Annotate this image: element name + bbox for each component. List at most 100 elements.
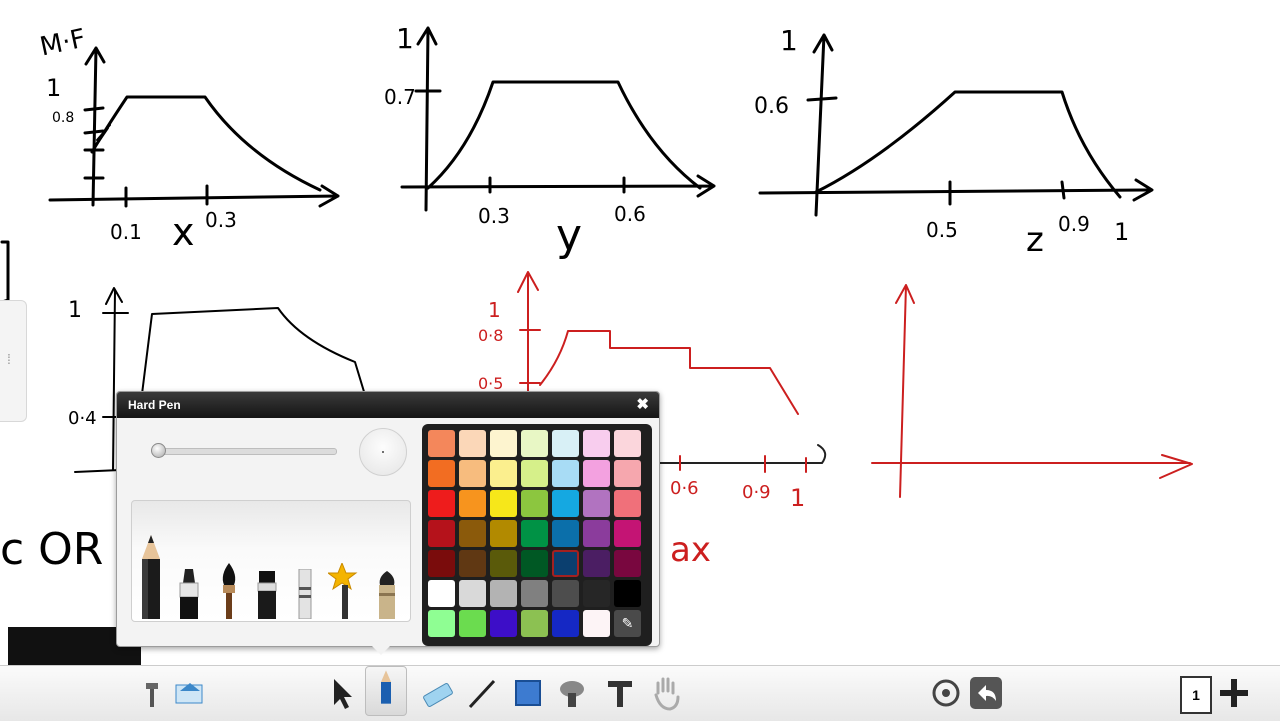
eyedropper-icon[interactable]: ✎ bbox=[614, 610, 641, 637]
color-swatch[interactable] bbox=[552, 550, 579, 577]
hammer-icon[interactable] bbox=[132, 673, 172, 713]
screen-capture-icon[interactable] bbox=[170, 673, 210, 713]
color-swatch[interactable] bbox=[428, 430, 455, 457]
graph-z-x-label-3: 1 bbox=[1114, 218, 1130, 246]
graph-x-variable: x bbox=[172, 210, 195, 254]
color-swatch[interactable] bbox=[552, 430, 579, 457]
panel-pointer bbox=[372, 646, 390, 655]
color-swatch[interactable] bbox=[459, 580, 486, 607]
color-swatch[interactable] bbox=[459, 430, 486, 457]
color-swatch[interactable] bbox=[521, 580, 548, 607]
color-palette: ✎ bbox=[422, 424, 652, 646]
color-swatch[interactable] bbox=[459, 490, 486, 517]
color-swatch[interactable] bbox=[459, 610, 486, 637]
hand-icon[interactable] bbox=[646, 673, 686, 713]
graph-red-y-label-1: 1 bbox=[488, 298, 501, 322]
graph-x bbox=[48, 46, 340, 208]
color-swatch[interactable] bbox=[428, 460, 455, 487]
color-swatch[interactable] bbox=[614, 550, 641, 577]
silver-pen-tool-icon[interactable] bbox=[296, 569, 314, 619]
color-swatch[interactable] bbox=[583, 580, 610, 607]
graph-x-x-label-1: 0.1 bbox=[110, 220, 142, 244]
graph-z-y-label-2: 0.6 bbox=[754, 94, 789, 119]
color-swatch[interactable] bbox=[459, 460, 486, 487]
color-swatch[interactable] bbox=[614, 580, 641, 607]
color-swatch[interactable] bbox=[521, 490, 548, 517]
graph-y-x-label-2: 0.6 bbox=[614, 202, 646, 226]
target-icon[interactable] bbox=[926, 673, 966, 713]
marker-tool-icon[interactable] bbox=[178, 569, 200, 619]
graph-x-y-label-1: 1 bbox=[46, 74, 62, 102]
color-swatch[interactable] bbox=[521, 520, 548, 547]
add-page-icon[interactable] bbox=[1214, 673, 1254, 713]
graph-y-x-label-1: 0.3 bbox=[478, 204, 510, 228]
side-panel-handle[interactable]: ⁞ bbox=[0, 300, 27, 422]
color-swatch[interactable] bbox=[583, 550, 610, 577]
color-swatch[interactable] bbox=[490, 550, 517, 577]
color-swatch[interactable] bbox=[583, 490, 610, 517]
color-swatch[interactable] bbox=[490, 490, 517, 517]
text-icon[interactable] bbox=[600, 673, 640, 713]
color-swatch[interactable] bbox=[459, 520, 486, 547]
undo-icon[interactable] bbox=[966, 673, 1006, 713]
color-swatch[interactable] bbox=[614, 460, 641, 487]
color-swatch[interactable] bbox=[521, 610, 548, 637]
color-swatch[interactable] bbox=[490, 460, 517, 487]
fill-icon[interactable] bbox=[552, 673, 592, 713]
color-swatch[interactable] bbox=[552, 460, 579, 487]
graph-y-y-label-2: 0.7 bbox=[384, 85, 416, 109]
pencil-tool-icon[interactable] bbox=[138, 535, 164, 619]
color-swatch[interactable] bbox=[428, 610, 455, 637]
graph-z-x-label-2: 0.9 bbox=[1058, 212, 1090, 236]
graph-red-x-label-1: 0·6 bbox=[670, 478, 699, 499]
color-swatch[interactable] bbox=[428, 520, 455, 547]
pen-size-slider-thumb[interactable] bbox=[151, 443, 166, 458]
crayon-tool-icon[interactable] bbox=[376, 571, 398, 619]
color-swatch[interactable] bbox=[552, 580, 579, 607]
color-swatch[interactable] bbox=[490, 430, 517, 457]
line-icon[interactable] bbox=[462, 673, 502, 713]
bottom-text: c OR bbox=[0, 524, 104, 575]
color-swatch[interactable] bbox=[614, 430, 641, 457]
bottom-toolbar bbox=[0, 665, 1280, 721]
graph-x-x-label-2: 0.3 bbox=[205, 208, 237, 232]
shape-icon[interactable] bbox=[508, 673, 548, 713]
color-swatch[interactable] bbox=[521, 550, 548, 577]
brush-tool-icon[interactable] bbox=[218, 563, 240, 619]
color-swatch[interactable] bbox=[521, 460, 548, 487]
color-swatch[interactable] bbox=[552, 520, 579, 547]
color-swatch[interactable] bbox=[614, 490, 641, 517]
graph-red-note: ax bbox=[670, 530, 711, 570]
graph-left-y-label-1: 1 bbox=[68, 298, 82, 323]
magic-pen-tool-icon[interactable] bbox=[328, 563, 362, 619]
select-arrow-icon[interactable] bbox=[322, 673, 362, 713]
color-swatch[interactable] bbox=[428, 490, 455, 517]
page-number[interactable]: 1 bbox=[1180, 676, 1212, 714]
graph-z-variable: z bbox=[1026, 220, 1044, 260]
graph-z-x-label-1: 0.5 bbox=[926, 218, 958, 242]
graph-left-y-label-2: 0·4 bbox=[68, 408, 97, 429]
color-swatch[interactable] bbox=[552, 490, 579, 517]
color-swatch[interactable] bbox=[583, 610, 610, 637]
color-swatch[interactable] bbox=[428, 550, 455, 577]
graph-z-y-label-1: 1 bbox=[780, 24, 798, 57]
color-swatch[interactable] bbox=[490, 520, 517, 547]
hard-pen-panel: Hard Pen ✖ ✎ bbox=[116, 391, 660, 655]
color-swatch[interactable] bbox=[459, 550, 486, 577]
color-swatch[interactable] bbox=[583, 430, 610, 457]
color-swatch[interactable] bbox=[490, 580, 517, 607]
color-swatch[interactable] bbox=[521, 430, 548, 457]
highlighter-tool-icon[interactable] bbox=[256, 571, 278, 619]
color-swatch[interactable] bbox=[583, 460, 610, 487]
pen-preview bbox=[359, 428, 407, 476]
color-swatch[interactable] bbox=[583, 520, 610, 547]
hard-pen-icon[interactable] bbox=[365, 666, 407, 716]
preview-dot bbox=[382, 451, 384, 453]
close-icon[interactable]: ✖ bbox=[636, 392, 649, 418]
color-swatch[interactable] bbox=[490, 610, 517, 637]
color-swatch[interactable] bbox=[552, 610, 579, 637]
eraser-icon[interactable] bbox=[418, 673, 458, 713]
color-swatch[interactable] bbox=[614, 520, 641, 547]
pen-size-slider-track[interactable] bbox=[155, 448, 337, 455]
color-swatch[interactable] bbox=[428, 580, 455, 607]
